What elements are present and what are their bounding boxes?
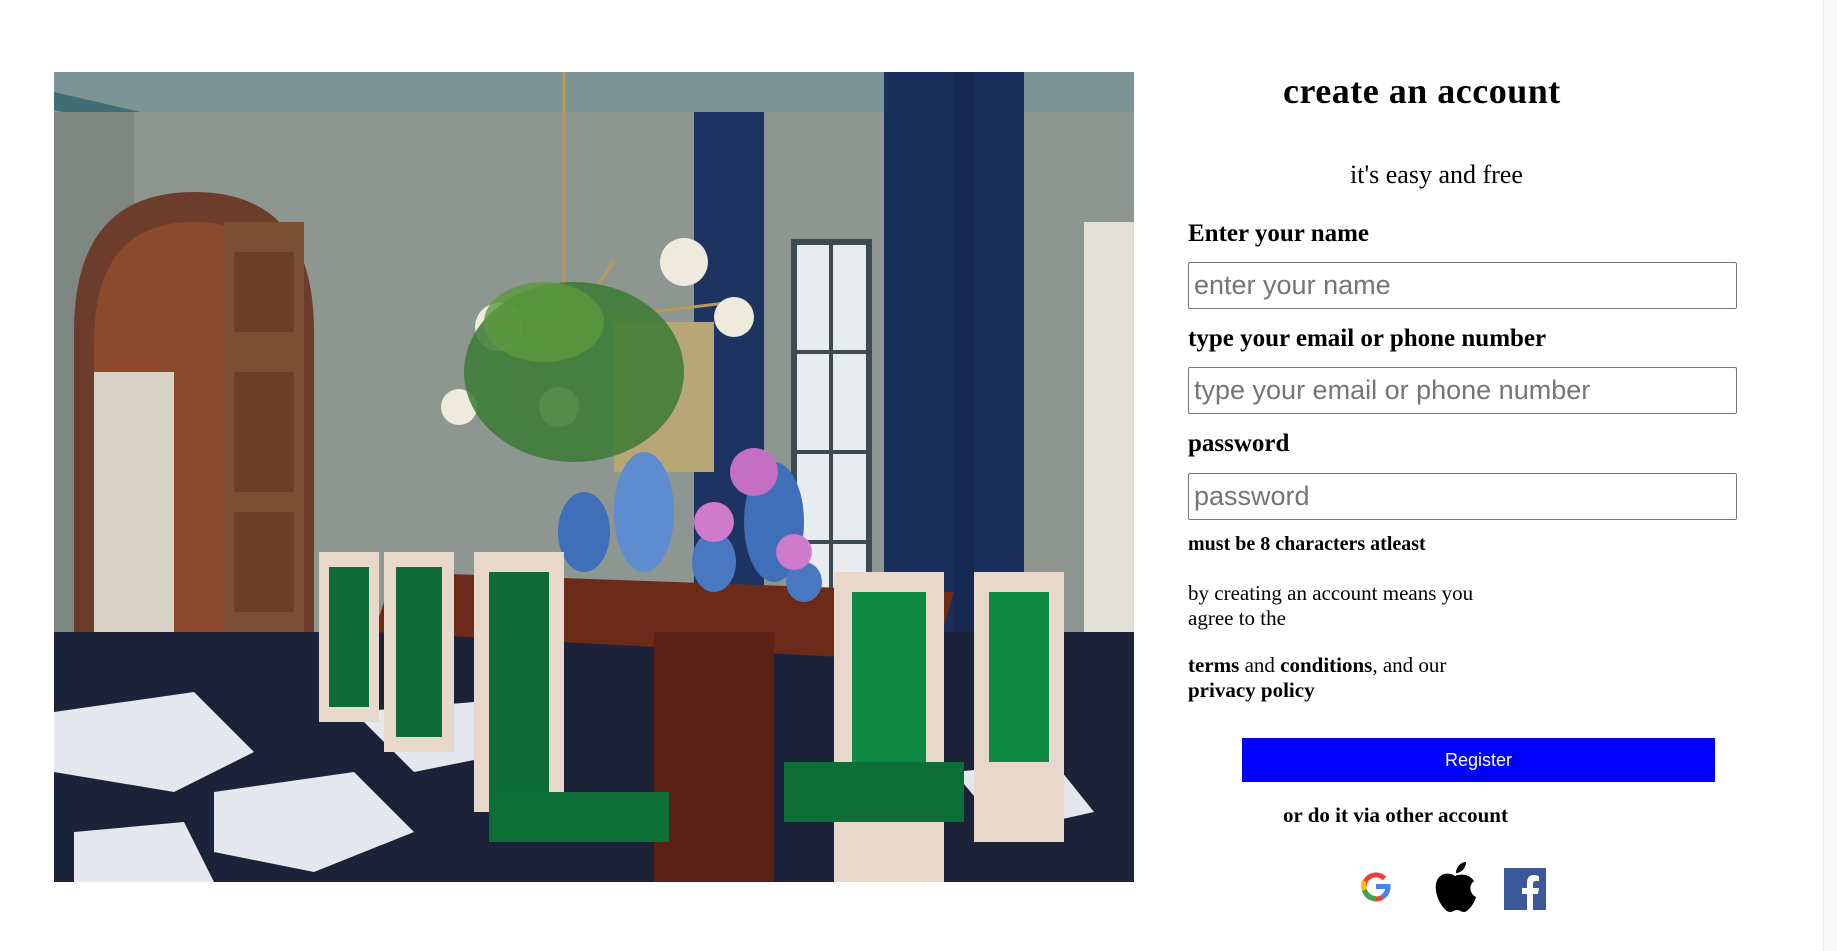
apple-signin-button[interactable] (1432, 860, 1478, 914)
alt-signin-text: or do it via other account (1283, 803, 1508, 827)
facebook-signin-button[interactable] (1504, 868, 1546, 910)
privacy-policy-link[interactable]: privacy policy (1188, 678, 1315, 702)
password-label: password (1188, 430, 1290, 457)
signup-form: create an account it's easy and free Ent… (1188, 0, 1748, 951)
terms-and: and (1244, 653, 1275, 677)
name-input[interactable] (1188, 262, 1737, 309)
password-input[interactable] (1188, 473, 1737, 520)
dining-room-photo-icon (54, 72, 1134, 882)
name-label: Enter your name (1188, 220, 1370, 247)
password-hint: must be 8 characters atleast (1188, 533, 1426, 555)
facebook-icon (1504, 868, 1546, 910)
terms-link[interactable]: terms (1188, 653, 1239, 677)
terms-text: terms and conditions, and our privacy pol… (1188, 653, 1488, 703)
scrollbar[interactable] (1823, 0, 1837, 951)
terms-and-our: , and our (1372, 653, 1447, 677)
page-title: create an account (1283, 71, 1561, 111)
email-or-phone-input[interactable] (1188, 367, 1737, 414)
google-signin-button[interactable] (1360, 866, 1392, 906)
hero-image (54, 72, 1134, 882)
page-subtitle: it's easy and free (1350, 160, 1523, 189)
google-icon (1360, 872, 1391, 902)
contact-label: type your email or phone number (1188, 325, 1547, 352)
conditions-link[interactable]: conditions (1280, 653, 1372, 677)
register-button[interactable]: Register (1242, 738, 1715, 782)
consent-text: by creating an account means you agree t… (1188, 581, 1474, 630)
apple-icon (1435, 862, 1476, 912)
